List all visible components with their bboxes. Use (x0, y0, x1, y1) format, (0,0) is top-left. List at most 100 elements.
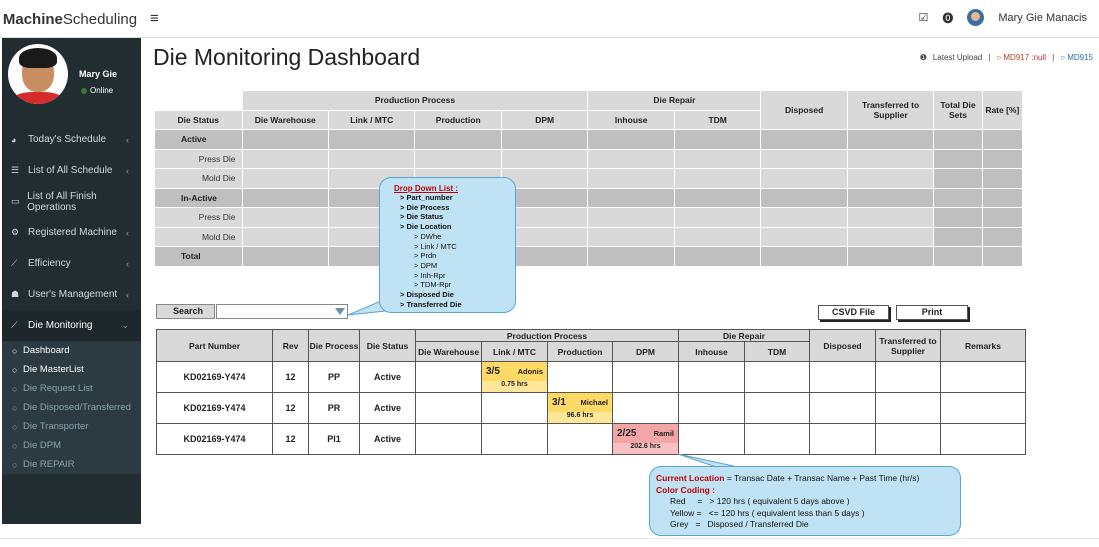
header-die-repair: Die Repair (678, 329, 810, 342)
location-tag: 3/5 Adonis 0.75 hrs (481, 361, 548, 393)
user-panel: Mary Gie Online (2, 38, 141, 124)
col-die-process: Die Process (308, 329, 360, 362)
circle-icon: ○ (12, 364, 18, 375)
submenu-die-disposed-transferred[interactable]: ○ Die Disposed/Transferred (2, 398, 141, 417)
header-total-die-sets: Total Die Sets (933, 90, 983, 130)
col-remarks: Remarks (940, 329, 1026, 362)
row-active-mold-die: Mold Die (154, 168, 1024, 189)
submenu-die-masterlist[interactable]: ○ Die MasterList (2, 360, 141, 379)
footer-divider (0, 538, 1099, 547)
sidebar-item-todays-schedule[interactable]: ◕ Today's Schedule ‹ (2, 124, 141, 155)
user-status: Online (81, 86, 113, 95)
sidebar-item-registered-machine[interactable]: ⚙ Registered Machine ‹ (2, 217, 141, 248)
row-total: Total (154, 246, 1024, 267)
online-dot-icon (81, 87, 87, 94)
search-dropdown[interactable] (216, 304, 348, 319)
submenu-die-dpm[interactable]: ○ Die DPM (2, 436, 141, 455)
folder-icon: ▭ (11, 196, 20, 206)
circle-icon: ○ (12, 345, 18, 356)
chevron-left-icon: ‹ (126, 258, 129, 269)
sidebar-item-finish-operations[interactable]: ▭ List of All Finish Operations (2, 186, 141, 217)
header-production-process: Production Process (415, 329, 679, 342)
row-inactive-press-die: Press Die (154, 207, 1024, 228)
dropdown-callout: Drop Down List : > Part_number > Die Pro… (379, 177, 516, 313)
col-production: Production (547, 341, 613, 362)
row-active: Active (154, 129, 1024, 150)
col-link-mtc: Link / MTC (327, 109, 416, 130)
col-die-warehouse: Die Warehouse (415, 341, 482, 362)
header-production-process: Production Process (241, 90, 589, 111)
header-die-repair: Die Repair (587, 90, 762, 111)
header-disposed: Disposed (760, 90, 848, 130)
checkbox-icon[interactable]: ☑ (918, 11, 928, 24)
summary-table: Production Process Die Repair Disposed T… (154, 90, 1024, 267)
circle-icon: ○ (12, 459, 18, 470)
user-avatar (8, 44, 68, 104)
col-link-mtc: Link / MTC (481, 341, 548, 362)
upload-status: ❶ Latest Upload | ○ MD917 :null | ○ MD91… (919, 53, 1093, 62)
cogs-icon: ⚙ (11, 227, 20, 237)
col-transferred: Transferred to Supplier (875, 329, 941, 362)
location-tag: 3/1 Michael 96.6 hrs (547, 392, 613, 424)
row-inactive-mold-die: Mold Die (154, 226, 1024, 247)
users-icon: ☗ (11, 289, 20, 299)
chevron-left-icon: ‹ (126, 227, 129, 238)
chevron-left-icon: ‹ (126, 165, 129, 176)
md915-status[interactable]: ○ MD915 (1060, 53, 1093, 62)
die-monitoring-submenu: ○ Dashboard ○ Die MasterList ○ Die Request … (2, 341, 141, 474)
col-part-number: Part Number (156, 329, 273, 362)
submenu-die-repair[interactable]: ○ Die REPAIR (2, 455, 141, 474)
row-active-press-die: Press Die (154, 148, 1024, 169)
circle-icon: ○ (12, 440, 18, 451)
circle-icon: ○ (12, 383, 18, 394)
md917-status[interactable]: ○ MD917 :null (996, 53, 1046, 62)
table-row[interactable]: KD02169-Y474 12 PP Active 3/5 Adonis 0.75 … (156, 361, 1026, 393)
col-die-status: Die Status (359, 329, 416, 362)
sidebar-item-list-of-all-schedule[interactable]: ☰ List of All Schedule ‹ (2, 155, 141, 186)
color-legend-callout: Current Location = Transac Date + Transa… (649, 466, 961, 536)
table-row[interactable]: KD02169-Y474 12 PR Active 3/1 Michael 96.6… (156, 392, 1026, 424)
circle-icon: ○ (12, 421, 18, 432)
col-tdm: TDM (744, 341, 810, 362)
info-icon[interactable]: ⓿ (942, 10, 953, 26)
col-production: Production (414, 109, 502, 130)
col-rev: Rev (272, 329, 309, 362)
chart-icon: ⟋ (11, 320, 18, 330)
search-label: Search (156, 304, 215, 319)
sidebar-item-efficiency[interactable]: ⟋ Efficiency ‹ (2, 248, 141, 279)
print-button[interactable]: Print (896, 305, 968, 320)
list-icon: ☰ (11, 165, 20, 175)
hamburger-icon[interactable]: ≡ (150, 10, 159, 27)
col-dpm: DPM (612, 341, 679, 362)
avatar[interactable] (967, 9, 985, 26)
chevron-left-icon: ‹ (126, 289, 129, 300)
user-menu-name[interactable]: Mary Gie Manacis (998, 12, 1087, 24)
header-die-status: Die Status (154, 109, 243, 130)
header-rate: Rate [%] (981, 90, 1024, 130)
page-title: Die Monitoring Dashboard (153, 44, 421, 70)
location-tag: 2/25 Ramil 202.6 hrs (612, 423, 679, 455)
table-row[interactable]: KD02169-Y474 12 PI1 Active 2/25 Ramil 202.… (156, 423, 1026, 455)
chevron-left-icon: ‹ (126, 134, 129, 145)
submenu-die-request-list[interactable]: ○ Die Request List (2, 379, 141, 398)
col-inhouse: Inhouse (587, 109, 675, 130)
chart-icon: ⟋ (11, 258, 18, 268)
info-icon: ❶ (919, 53, 927, 62)
col-inhouse: Inhouse (678, 341, 745, 362)
user-name: Mary Gie (79, 69, 118, 79)
submenu-dashboard[interactable]: ○ Dashboard (2, 341, 141, 360)
col-die-warehouse: Die Warehouse (241, 109, 329, 130)
circle-icon: ○ (12, 402, 18, 413)
col-tdm: TDM (673, 109, 762, 130)
header-transferred: Transferred to Supplier (846, 90, 935, 130)
die-list-table: Part Number Rev Die Process Die Status P… (156, 329, 1026, 455)
submenu-die-transporter[interactable]: ○ Die Transporter (2, 417, 141, 436)
sidebar-item-die-monitoring[interactable]: ⟋ Die Monitoring ⌄ (2, 310, 141, 341)
row-inactive: In-Active (154, 187, 1024, 208)
brand-logo[interactable]: Machine Scheduling (0, 0, 140, 38)
csv-file-button[interactable]: CSVD File (818, 305, 889, 320)
col-dpm: DPM (500, 109, 589, 130)
sidebar-item-users-management[interactable]: ☗ User's Management ‹ (2, 279, 141, 310)
col-disposed: Disposed (809, 329, 876, 362)
chevron-down-icon: ⌄ (121, 320, 129, 330)
